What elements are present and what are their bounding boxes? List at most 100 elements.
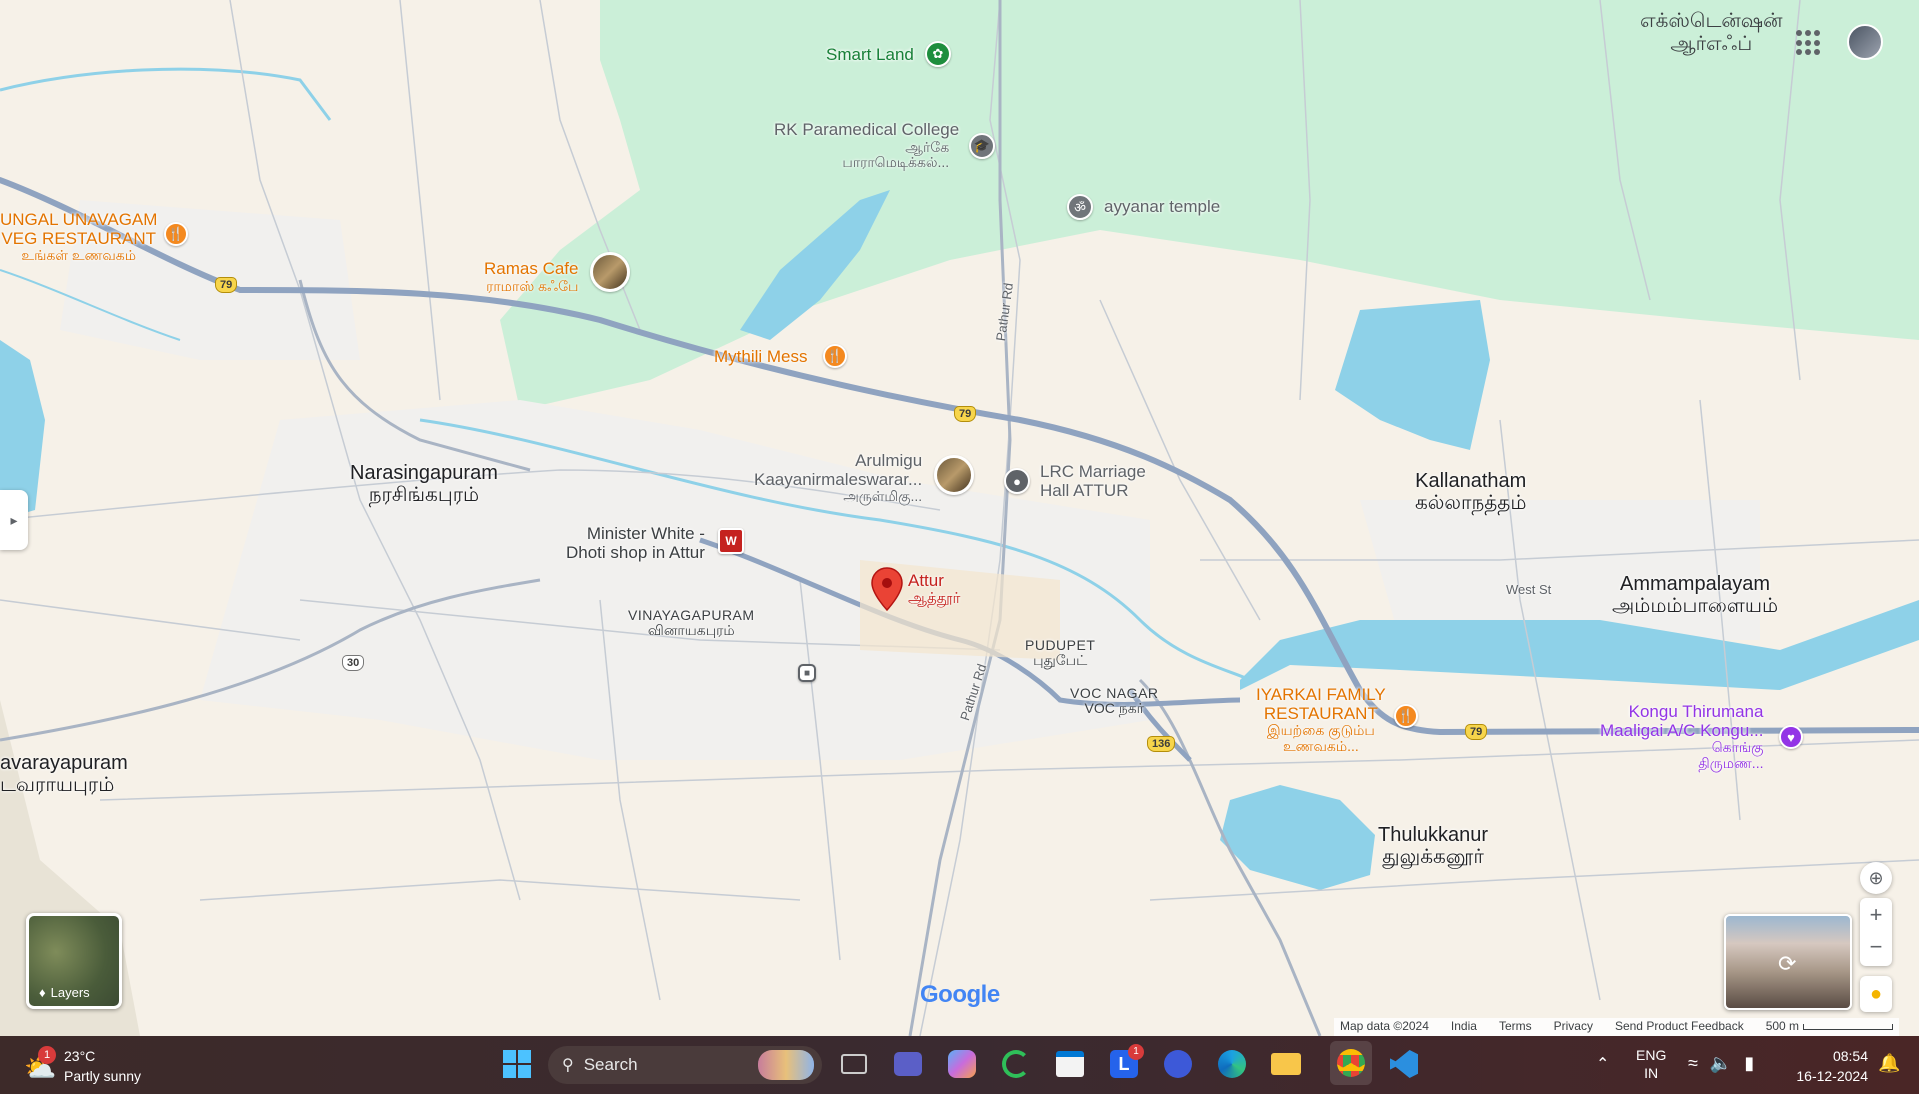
copilot-icon[interactable] bbox=[942, 1044, 982, 1084]
restaurant-icon[interactable]: 🍴 bbox=[823, 344, 847, 368]
poi-kongu-label[interactable]: Kongu Thirumana Maaligai A/C Kongu... கொ… bbox=[1600, 702, 1764, 771]
top-right-place-line2: ஆர்எஃப் bbox=[1670, 33, 1753, 55]
poi-rk-college-label[interactable]: RK Paramedical College ஆர்கே பாராமெடிக்க… bbox=[774, 120, 959, 170]
place-avarayapuram[interactable]: avarayapuram டவராயபுரம் bbox=[0, 752, 128, 796]
poi-minister-label[interactable]: Minister White - Dhoti shop in Attur bbox=[566, 524, 705, 562]
feedback-link[interactable]: Send Product Feedback bbox=[1615, 1020, 1744, 1033]
poi-ayyanar-label[interactable]: ayyanar temple bbox=[1104, 197, 1220, 217]
language-indicator[interactable]: ENG IN bbox=[1636, 1046, 1666, 1082]
crosshair-icon: ⊕ bbox=[1868, 867, 1884, 888]
poi-iyarkai-label[interactable]: IYARKAI FAMILY RESTAURANT இயற்கை குடும்ப… bbox=[1256, 685, 1386, 754]
poi-ungal-label[interactable]: UNGAL UNAVAGAM VEG RESTAURANT உங்கள் உணவ… bbox=[0, 210, 157, 264]
place-pudupet[interactable]: PUDUPET புதுபேட் bbox=[1025, 637, 1095, 669]
layers-icon: ♦ bbox=[39, 984, 46, 1000]
place-marker-icon[interactable]: ● bbox=[1004, 468, 1030, 494]
poi-arulmigu-label[interactable]: Arulmigu Kaayanirmaleswarar... அருள்மிகு… bbox=[754, 451, 923, 505]
zoom-in-button[interactable]: + bbox=[1870, 898, 1883, 932]
ramas-cafe-photo-marker[interactable] bbox=[590, 252, 630, 292]
place-name-ta: நரசிங்கபுரம் bbox=[368, 484, 480, 506]
poi-sub: ராமாஸ் கஃபே bbox=[486, 277, 579, 294]
route-79-shield: 79 bbox=[1465, 724, 1488, 740]
loader-app-icon[interactable] bbox=[996, 1044, 1036, 1084]
location-pin-icon bbox=[871, 567, 903, 612]
park-icon[interactable]: ✿ bbox=[925, 41, 951, 67]
google-apps-icon[interactable] bbox=[1796, 30, 1822, 56]
chrome-icon[interactable] bbox=[1330, 1041, 1372, 1085]
notification-bell-icon[interactable]: 🔔 bbox=[1878, 1053, 1900, 1074]
school-icon[interactable]: 🎓 bbox=[969, 133, 995, 159]
clock-time: 08:54 bbox=[1832, 1048, 1868, 1064]
top-right-place-label: எக்ஸ்டென்ஷன் ஆர்எஃப் bbox=[1640, 10, 1783, 56]
account-avatar[interactable] bbox=[1847, 24, 1883, 60]
start-button[interactable] bbox=[497, 1044, 537, 1084]
poi-name: VEG RESTAURANT bbox=[1, 228, 157, 248]
poi-sub: இயற்கை குடும்ப bbox=[1266, 722, 1375, 739]
pegman-button[interactable]: ● bbox=[1860, 976, 1892, 1012]
place-name-en: avarayapuram bbox=[0, 752, 128, 774]
vscode-icon[interactable] bbox=[1384, 1044, 1424, 1084]
poi-smart-land-label[interactable]: Smart Land bbox=[826, 45, 914, 65]
place-voc-nagar[interactable]: VOC NAGAR VOC நகர் bbox=[1070, 685, 1159, 717]
temple-icon[interactable]: ॐ bbox=[1067, 194, 1093, 220]
poi-name: Attur bbox=[908, 571, 944, 590]
lang-line1: ENG bbox=[1636, 1047, 1667, 1063]
shop-icon[interactable]: W bbox=[718, 528, 744, 554]
clock[interactable]: 08:54 16-12-2024 bbox=[1786, 1046, 1868, 1087]
place-name-ta: துலுக்கனூர் bbox=[1382, 846, 1484, 868]
google-logo: Google bbox=[920, 981, 1000, 1008]
poi-attur-label[interactable]: Attur ஆத்தூர் bbox=[908, 571, 960, 607]
selected-location-pin[interactable] bbox=[870, 566, 904, 617]
loader-glyph bbox=[1002, 1050, 1030, 1078]
edge-icon[interactable] bbox=[1212, 1044, 1252, 1084]
place-ammampalayam[interactable]: Ammampalayam அம்மம்பாளையம் bbox=[1612, 573, 1778, 617]
place-kallanatham[interactable]: Kallanatham கல்லாநத்தம் bbox=[1415, 470, 1526, 514]
my-location-button[interactable]: ⊕ bbox=[1860, 862, 1892, 894]
map-canvas[interactable]: எக்ஸ்டென்ஷன் ஆர்எஃப் ▸ Narasingapuram நர… bbox=[0, 0, 1919, 1036]
temple-photo-marker[interactable] bbox=[934, 455, 974, 495]
file-explorer-icon[interactable] bbox=[1266, 1044, 1306, 1084]
scale-bar-line bbox=[1803, 1024, 1894, 1030]
teams-icon[interactable] bbox=[888, 1044, 928, 1084]
copilot-glyph bbox=[948, 1050, 976, 1078]
chrome-glyph bbox=[1337, 1049, 1365, 1077]
poi-name: Ramas Cafe bbox=[484, 259, 579, 278]
poi-mythili-label[interactable]: Mythili Mess bbox=[714, 347, 808, 367]
battery-icon: ▮ bbox=[1744, 1053, 1755, 1073]
layers-label: Layers bbox=[50, 984, 90, 1000]
bus-stop-icon[interactable]: ■ bbox=[798, 664, 816, 682]
store-glyph bbox=[1056, 1051, 1084, 1077]
restaurant-icon[interactable]: 🍴 bbox=[164, 222, 188, 246]
place-name-en: VOC NAGAR bbox=[1070, 685, 1159, 701]
store-icon[interactable] bbox=[1050, 1044, 1090, 1084]
poi-name: Maaligai A/C Kongu... bbox=[1600, 720, 1764, 740]
poi-ramas-label[interactable]: Ramas Cafe ராமாஸ் கஃபே bbox=[484, 259, 579, 294]
layers-button[interactable]: ♦ Layers bbox=[26, 913, 122, 1009]
privacy-link[interactable]: Privacy bbox=[1554, 1020, 1593, 1033]
task-view-icon[interactable] bbox=[834, 1044, 874, 1084]
street-view-thumbnail[interactable]: ⟳ bbox=[1724, 914, 1852, 1010]
place-vinayagapuram[interactable]: VINAYAGAPURAM வினாயகபுரம் bbox=[628, 607, 755, 639]
zoom-out-button[interactable]: − bbox=[1870, 932, 1883, 966]
place-thulukkanur[interactable]: Thulukkanur துலுக்கனூர் bbox=[1378, 824, 1488, 868]
layers-label-row: ♦ Layers bbox=[39, 984, 90, 1000]
expand-side-panel-button[interactable]: ▸ bbox=[0, 490, 28, 550]
poi-name: Kaayanirmaleswarar... bbox=[754, 469, 923, 489]
restaurant-icon[interactable]: 🍴 bbox=[1394, 704, 1418, 728]
taskbar-search[interactable]: ⚲ Search bbox=[548, 1046, 822, 1084]
terms-link[interactable]: Terms bbox=[1499, 1020, 1532, 1033]
system-tray[interactable]: ≈ 🔈 ▮ bbox=[1688, 1053, 1755, 1074]
scale-bar[interactable]: 500 m bbox=[1766, 1020, 1894, 1033]
weather-text[interactable]: 23°C Partly sunny bbox=[64, 1046, 141, 1087]
poi-sub: ஆர்கே bbox=[905, 138, 950, 155]
place-name-ta: டவராயபுரம் bbox=[0, 774, 115, 796]
l-app-icon[interactable]: L 1 bbox=[1104, 1044, 1144, 1084]
show-hidden-icons[interactable]: ⌃ bbox=[1596, 1056, 1609, 1074]
vpn-app-icon[interactable] bbox=[1158, 1044, 1198, 1084]
place-narasingapuram[interactable]: Narasingapuram நரசிங்கபுரம் bbox=[350, 462, 498, 506]
venue-icon[interactable]: ♥ bbox=[1779, 725, 1803, 749]
weather-widget[interactable]: ⛅ 1 bbox=[20, 1046, 60, 1082]
search-highlight-icon bbox=[758, 1050, 814, 1080]
weather-badge: 1 bbox=[38, 1046, 56, 1064]
country-link[interactable]: India bbox=[1451, 1020, 1477, 1033]
poi-lrc-label[interactable]: LRC Marriage Hall ATTUR bbox=[1040, 462, 1146, 500]
